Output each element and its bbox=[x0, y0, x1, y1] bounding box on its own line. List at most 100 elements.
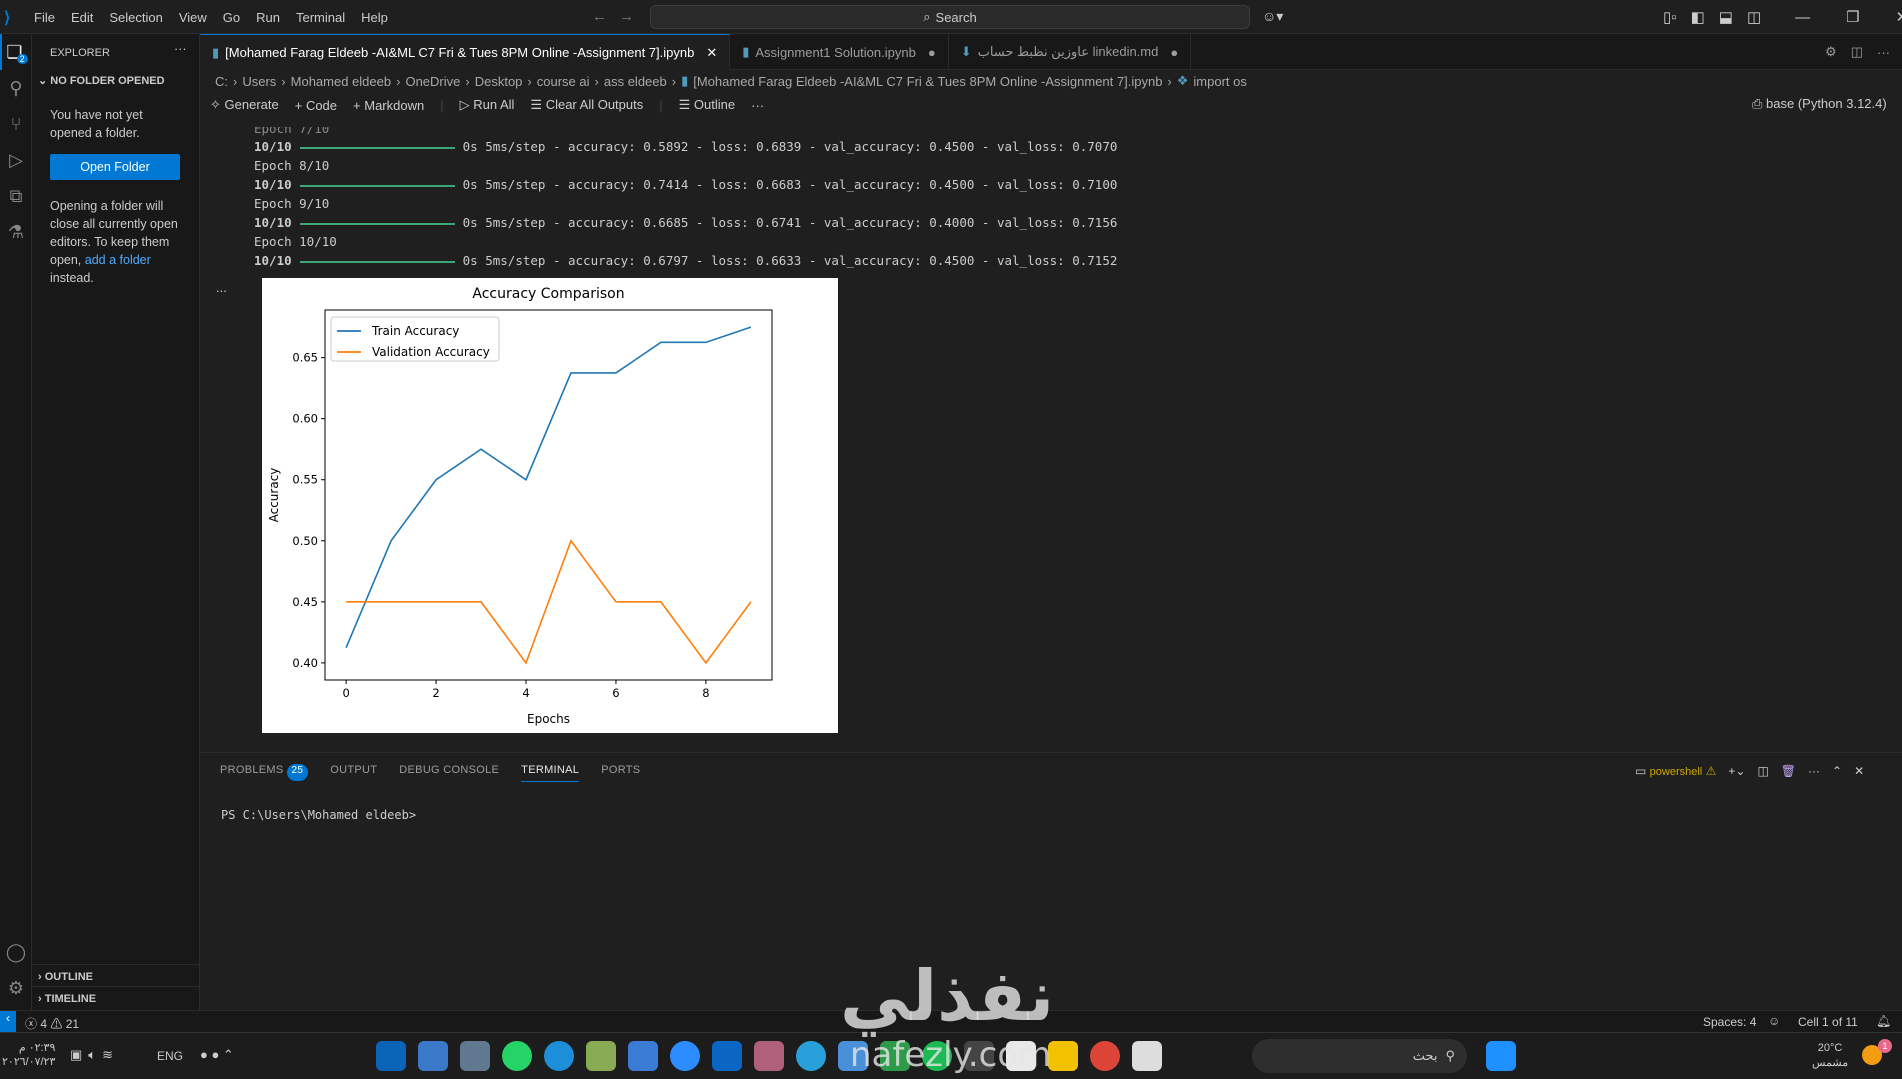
terminal-prompt[interactable]: PS C:\Users\Mohamed eldeeb> bbox=[221, 808, 416, 822]
menu-help[interactable]: Help bbox=[353, 10, 396, 25]
restore-icon[interactable]: ❐ bbox=[1846, 8, 1859, 26]
close-panel-icon[interactable]: ✕ bbox=[1854, 764, 1864, 778]
tab-output[interactable]: OUTPUT bbox=[330, 764, 377, 782]
crumb[interactable]: C: bbox=[215, 74, 228, 89]
split-editor-icon[interactable]: ◫ bbox=[1851, 44, 1863, 60]
output-more-actions[interactable]: ... bbox=[216, 280, 227, 295]
tab-assignment7[interactable]: ▮ [Mohamed Farag Eldeeb -AI&ML C7 Fri & T… bbox=[200, 34, 731, 70]
tab-ports[interactable]: PORTS bbox=[601, 764, 640, 782]
menu-go[interactable]: Go bbox=[215, 10, 248, 25]
python-app-icon[interactable] bbox=[628, 1041, 658, 1071]
weather-widget[interactable]: 20°C مشمس bbox=[1812, 1041, 1848, 1071]
trash-icon[interactable]: 🗑 bbox=[1781, 764, 1796, 778]
unsaved-dot-icon[interactable]: ● bbox=[928, 45, 936, 60]
maximize-panel-icon[interactable]: ⌃ bbox=[1832, 764, 1842, 778]
menu-edit[interactable]: Edit bbox=[63, 10, 101, 25]
metrics: 0s 5ms/step - accuracy: 0.5892 - loss: 0… bbox=[462, 139, 1118, 154]
vscode-app-icon[interactable] bbox=[376, 1041, 406, 1071]
menu-selection[interactable]: Selection bbox=[101, 10, 170, 25]
crumb[interactable]: Mohamed eldeeb bbox=[291, 74, 391, 89]
tab-problems[interactable]: PROBLEMS 25 bbox=[220, 764, 309, 782]
more-actions-icon[interactable]: ··· bbox=[174, 42, 187, 56]
tab-linkedin[interactable]: ⬇ عاوزين نظبط حساب linkedin.md ● bbox=[949, 34, 1192, 70]
tab-debug-console[interactable]: DEBUG CONSOLE bbox=[399, 764, 499, 782]
timeline-section[interactable]: › TIMELINE bbox=[32, 986, 200, 1011]
notification-badge[interactable]: 1 bbox=[1878, 1039, 1892, 1053]
folder-hint: Opening a folder will close all currentl… bbox=[50, 197, 185, 287]
gear-icon[interactable]: ⚙ bbox=[1825, 44, 1837, 60]
bell-icon[interactable]: 🔔︎ bbox=[1876, 1014, 1891, 1028]
problems-status[interactable]: ⓧ 4 ⚠ 21 bbox=[25, 1015, 79, 1032]
crumb[interactable]: course ai bbox=[537, 74, 590, 89]
y-tick-label: 0.55 bbox=[292, 473, 318, 487]
panel-tabs: PROBLEMS 25 OUTPUT DEBUG CONSOLE TERMINAL… bbox=[220, 764, 640, 782]
toggle-secondary-sidebar-icon[interactable]: ◫ bbox=[1747, 8, 1761, 26]
menu-terminal[interactable]: Terminal bbox=[288, 10, 353, 25]
weather-label: مشمس bbox=[1812, 1057, 1849, 1069]
telegram-app-icon[interactable] bbox=[796, 1041, 826, 1071]
toggle-sidebar-icon[interactable]: ◧ bbox=[1691, 8, 1705, 26]
close-window-icon[interactable]: ✕ bbox=[1896, 8, 1902, 26]
minimize-icon[interactable]: — bbox=[1795, 9, 1810, 26]
back-arrow-icon[interactable]: ← bbox=[592, 8, 607, 25]
kernel-picker[interactable]: ⎙ base (Python 3.12.4) bbox=[1752, 96, 1887, 112]
unsaved-dot-icon[interactable]: ● bbox=[1170, 45, 1178, 60]
copilot-icon[interactable]: ☺▾ bbox=[1262, 8, 1283, 25]
more-icon[interactable]: ··· bbox=[1877, 45, 1890, 60]
forward-arrow-icon[interactable]: → bbox=[619, 8, 634, 25]
tray-overflow-icon[interactable]: ● ● ⌃ bbox=[200, 1047, 234, 1063]
notepad-app-icon[interactable] bbox=[418, 1041, 448, 1071]
new-terminal-icon[interactable]: +⌄ bbox=[1728, 764, 1745, 778]
x-tick-label: 4 bbox=[522, 686, 529, 700]
terminal-shell[interactable]: ▭ powershell ⚠ bbox=[1635, 764, 1716, 778]
indentation-status[interactable]: Spaces: 4 bbox=[1703, 1015, 1756, 1029]
zoom-app-icon[interactable] bbox=[670, 1041, 700, 1071]
taskbar-search[interactable]: بحث ⚲ bbox=[1252, 1039, 1467, 1073]
clock[interactable]: ٠٢:٣٩ م ٢٠٢٦/٠٧/٢٣ bbox=[2, 1041, 55, 1069]
calculator-app-icon[interactable] bbox=[460, 1041, 490, 1071]
close-tab-icon[interactable]: ✕ bbox=[706, 45, 717, 61]
crumb[interactable]: Users bbox=[242, 74, 276, 89]
whatsapp-app-icon[interactable] bbox=[502, 1041, 532, 1071]
copilot-status-icon[interactable]: ☺ bbox=[1768, 1014, 1780, 1028]
chrome-app-icon[interactable] bbox=[1090, 1041, 1120, 1071]
linkedin-app-icon[interactable] bbox=[712, 1041, 742, 1071]
no-folder-section[interactable]: ⌄ NO FOLDER OPENED bbox=[38, 74, 165, 87]
vscode-logo-icon: ⟩ bbox=[4, 10, 11, 27]
testing-icon[interactable]: ⚗ bbox=[0, 214, 32, 250]
cell-status[interactable]: Cell 1 of 11 bbox=[1798, 1015, 1858, 1029]
menu-file[interactable]: File bbox=[26, 10, 63, 25]
app-icon[interactable] bbox=[754, 1041, 784, 1071]
toggle-panel-icon[interactable]: ⬓ bbox=[1719, 8, 1733, 26]
edge-app-icon[interactable] bbox=[544, 1041, 574, 1071]
more-icon[interactable]: ··· bbox=[1808, 764, 1820, 778]
source-control-icon[interactable]: ⑂ bbox=[0, 106, 32, 142]
search-icon[interactable]: ⚲ bbox=[0, 70, 32, 106]
add-folder-link[interactable]: add a folder bbox=[85, 253, 151, 267]
start-button-icon[interactable] bbox=[1486, 1041, 1516, 1071]
account-icon[interactable]: ◯ bbox=[0, 934, 32, 970]
crumb[interactable]: [Mohamed Farag Eldeeb -AI&ML C7 Fri & Tu… bbox=[693, 74, 1162, 89]
split-terminal-icon[interactable]: ◫ bbox=[1757, 764, 1768, 778]
command-search[interactable]: ⌕ Search bbox=[650, 5, 1250, 29]
crumb[interactable]: OneDrive bbox=[405, 74, 460, 89]
crumb[interactable]: ass eldeeb bbox=[604, 74, 667, 89]
menu-view[interactable]: View bbox=[171, 10, 215, 25]
remote-indicator[interactable]: ‹ bbox=[0, 1011, 16, 1032]
paint-app-icon[interactable] bbox=[586, 1041, 616, 1071]
manage-gear-icon[interactable]: ⚙ bbox=[0, 970, 32, 1006]
language-indicator[interactable]: ENG bbox=[157, 1049, 183, 1063]
tab-assignment1[interactable]: ▮ Assignment1 Solution.ipynb ● bbox=[730, 34, 949, 70]
open-folder-button[interactable]: Open Folder bbox=[50, 154, 180, 180]
menu-run[interactable]: Run bbox=[248, 10, 288, 25]
explorer-icon[interactable]: ❏ 2 bbox=[0, 34, 32, 70]
system-tray[interactable]: ▣🔈︎≋ bbox=[70, 1047, 119, 1063]
file-explorer-app-icon[interactable] bbox=[1048, 1041, 1078, 1071]
app-icon[interactable] bbox=[1132, 1041, 1162, 1071]
remote-explorer-icon[interactable]: ⧉ bbox=[0, 178, 32, 214]
crumb[interactable]: import os bbox=[1193, 74, 1246, 89]
customize-layout-icon[interactable]: ▯▫ bbox=[1663, 8, 1677, 26]
run-debug-icon[interactable]: ▷ bbox=[0, 142, 32, 178]
tab-terminal[interactable]: TERMINAL bbox=[521, 764, 580, 782]
crumb[interactable]: Desktop bbox=[475, 74, 523, 89]
